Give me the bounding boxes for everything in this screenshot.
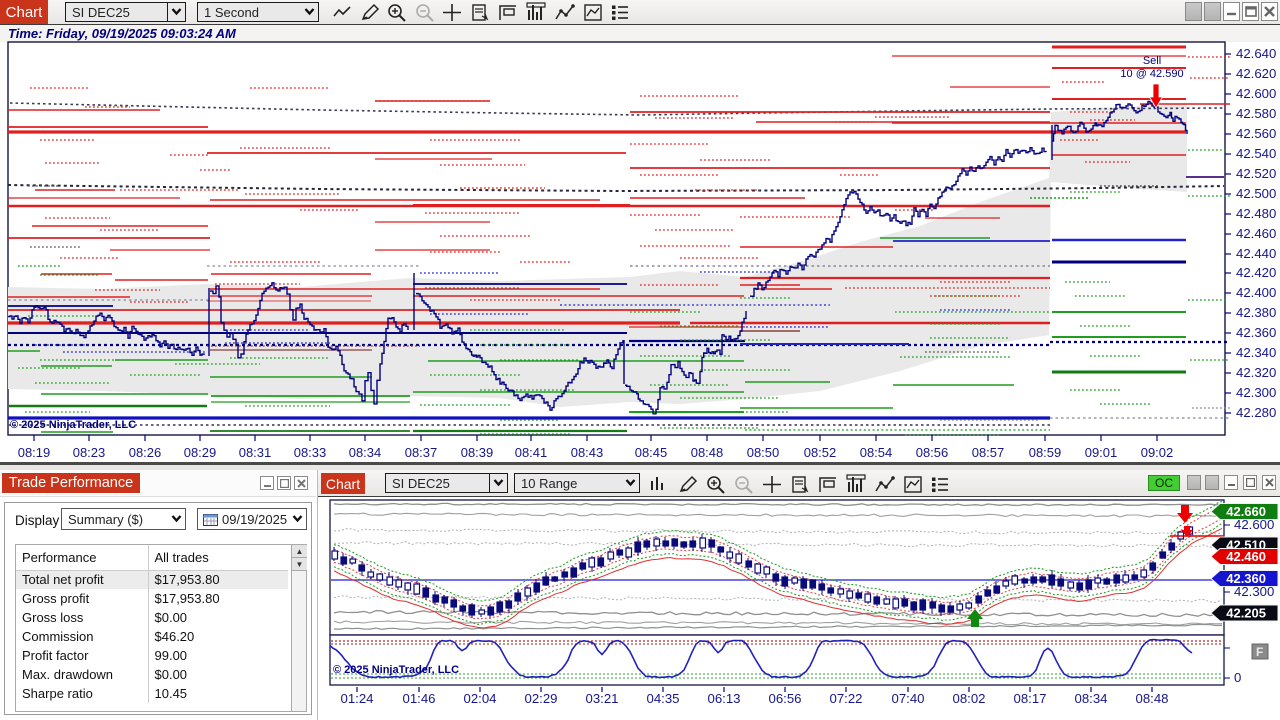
svg-text:42.440: 42.440	[1236, 246, 1276, 261]
svg-text:F: F	[1256, 645, 1263, 659]
svg-text:01:24: 01:24	[340, 691, 373, 706]
svg-text:© 2025 NinjaTrader, LLC: © 2025 NinjaTrader, LLC	[10, 419, 136, 431]
svg-text:42.460: 42.460	[1226, 549, 1266, 564]
svg-text:42.300: 42.300	[1236, 385, 1276, 400]
svg-text:08:17: 08:17	[1013, 691, 1046, 706]
svg-text:42.400: 42.400	[1236, 285, 1276, 300]
svg-text:08:48: 08:48	[1135, 691, 1168, 706]
svg-text:08:33: 08:33	[294, 445, 327, 460]
svg-text:42.460: 42.460	[1236, 226, 1276, 241]
svg-text:08:37: 08:37	[405, 445, 438, 460]
svg-text:08:31: 08:31	[239, 445, 272, 460]
svg-text:08:50: 08:50	[747, 445, 780, 460]
svg-text:42.580: 42.580	[1236, 106, 1276, 121]
svg-text:08:43: 08:43	[571, 445, 604, 460]
svg-text:01:46: 01:46	[402, 691, 435, 706]
svg-text:08:29: 08:29	[184, 445, 217, 460]
svg-text:08:59: 08:59	[1029, 445, 1062, 460]
svg-text:42.280: 42.280	[1236, 405, 1276, 420]
svg-text:08:23: 08:23	[73, 445, 106, 460]
svg-text:02:29: 02:29	[524, 691, 557, 706]
svg-text:08:26: 08:26	[129, 445, 162, 460]
svg-text:08:39: 08:39	[461, 445, 494, 460]
svg-text:42.320: 42.320	[1236, 365, 1276, 380]
svg-text:42.420: 42.420	[1236, 265, 1276, 280]
svg-text:42.520: 42.520	[1236, 166, 1276, 181]
svg-text:08:52: 08:52	[804, 445, 837, 460]
svg-text:42.380: 42.380	[1236, 305, 1276, 320]
svg-text:08:34: 08:34	[349, 445, 382, 460]
svg-text:42.540: 42.540	[1236, 146, 1276, 161]
svg-text:42.600: 42.600	[1236, 86, 1276, 101]
svg-text:42.360: 42.360	[1236, 325, 1276, 340]
svg-text:09:01: 09:01	[1085, 445, 1118, 460]
svg-text:02:04: 02:04	[463, 691, 496, 706]
svg-text:42.660: 42.660	[1226, 504, 1266, 519]
svg-text:08:41: 08:41	[515, 445, 548, 460]
svg-text:Sell: Sell	[1143, 55, 1161, 67]
svg-text:08:02: 08:02	[952, 691, 985, 706]
svg-text:08:19: 08:19	[18, 445, 51, 460]
svg-text:42.480: 42.480	[1236, 206, 1276, 221]
svg-text:42.360: 42.360	[1226, 571, 1266, 586]
svg-text:04:35: 04:35	[646, 691, 679, 706]
svg-text:10 @ 42.590: 10 @ 42.590	[1120, 68, 1183, 80]
svg-text:06:56: 06:56	[768, 691, 801, 706]
svg-text:42.340: 42.340	[1236, 345, 1276, 360]
svg-text:42.205: 42.205	[1226, 606, 1266, 621]
svg-text:42.560: 42.560	[1236, 126, 1276, 141]
svg-text:08:48: 08:48	[691, 445, 724, 460]
svg-text:07:22: 07:22	[829, 691, 862, 706]
svg-text:03:21: 03:21	[585, 691, 618, 706]
svg-text:08:34: 08:34	[1074, 691, 1107, 706]
svg-text:07:40: 07:40	[891, 691, 924, 706]
svg-text:06:13: 06:13	[707, 691, 740, 706]
svg-text:08:57: 08:57	[972, 445, 1005, 460]
svg-text:© 2025 NinjaTrader, LLC: © 2025 NinjaTrader, LLC	[333, 664, 459, 676]
svg-text:08:45: 08:45	[635, 445, 668, 460]
svg-text:08:54: 08:54	[860, 445, 893, 460]
svg-text:08:56: 08:56	[916, 445, 949, 460]
svg-text:42.500: 42.500	[1236, 186, 1276, 201]
svg-text:42.620: 42.620	[1236, 66, 1276, 81]
svg-text:0: 0	[1234, 670, 1241, 685]
svg-text:09:02: 09:02	[1141, 445, 1174, 460]
svg-text:42.640: 42.640	[1236, 46, 1276, 61]
